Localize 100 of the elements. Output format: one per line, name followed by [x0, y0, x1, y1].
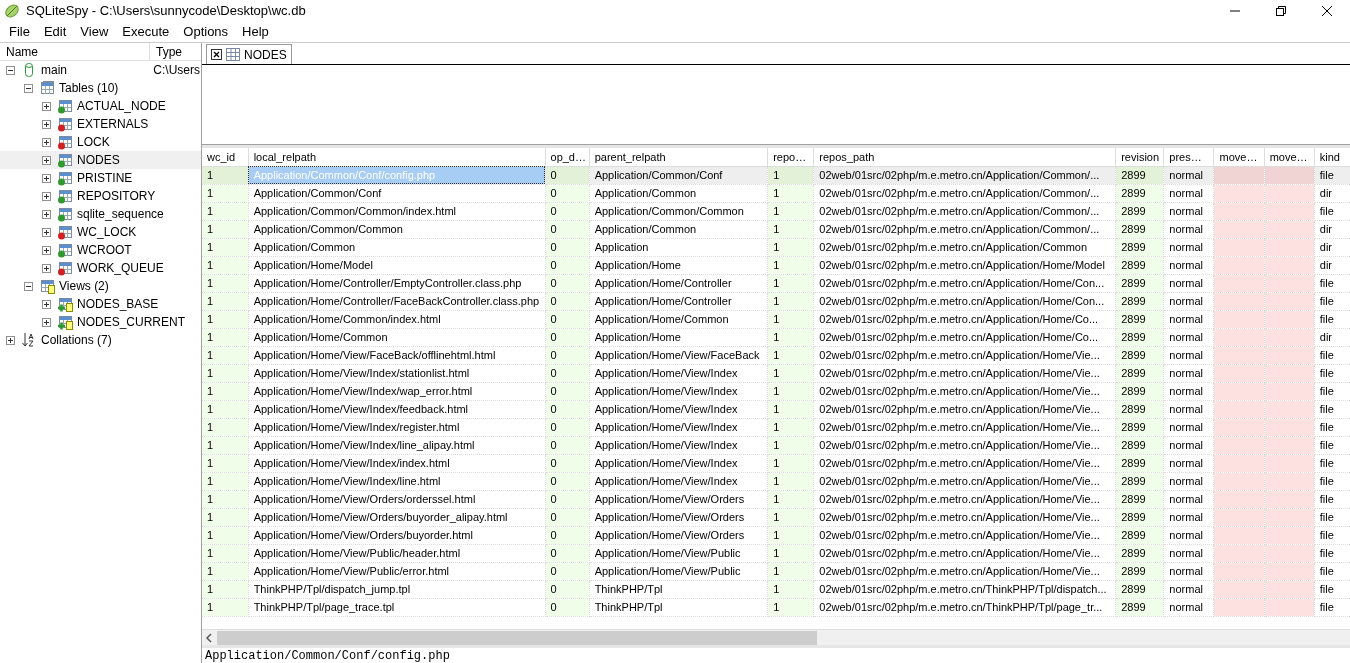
table-cell[interactable]: Application/Home/View/Orders: [589, 526, 768, 544]
table-cell[interactable]: 02web/01src/02php/m.e.metro.cn/Application/Home/Con...: [813, 274, 1116, 292]
table-cell[interactable]: 02web/01src/02php/m.e.metro.cn/Application/Home/Vie...: [813, 400, 1116, 418]
table-cell[interactable]: Application/Common/Common/index.html: [248, 202, 545, 220]
table-cell[interactable]: Application/Home/View/Orders/buyorder.html: [248, 526, 545, 544]
table-cell[interactable]: file: [1314, 382, 1350, 400]
table-cell[interactable]: Application/Home/View/Index: [589, 472, 768, 490]
table-cell[interactable]: file: [1314, 274, 1350, 292]
table-cell[interactable]: Application/Common: [248, 238, 545, 256]
tree-item[interactable]: Collations (7): [0, 331, 201, 349]
table-cell[interactable]: normal: [1163, 400, 1214, 418]
column-header[interactable]: move…: [1264, 148, 1315, 166]
table-cell[interactable]: [1214, 436, 1265, 454]
table-cell[interactable]: [1214, 382, 1265, 400]
table-cell[interactable]: file: [1314, 202, 1350, 220]
table-cell[interactable]: dir: [1314, 184, 1350, 202]
table-cell[interactable]: file: [1314, 400, 1350, 418]
table-cell[interactable]: Application/Home/View/Orders: [589, 490, 768, 508]
table-cell[interactable]: normal: [1163, 472, 1214, 490]
scroll-left-icon[interactable]: [205, 632, 213, 643]
table-cell[interactable]: normal: [1163, 292, 1214, 310]
table-cell[interactable]: [1214, 472, 1265, 490]
expand-icon[interactable]: [42, 299, 51, 309]
table-cell[interactable]: 02web/01src/02php/m.e.metro.cn/Application/Home/Con...: [813, 292, 1116, 310]
menu-item[interactable]: Edit: [36, 22, 74, 42]
table-cell[interactable]: normal: [1163, 346, 1214, 364]
column-header[interactable]: parent_relpath: [589, 148, 768, 166]
table-cell[interactable]: normal: [1163, 562, 1214, 580]
table-cell[interactable]: normal: [1163, 328, 1214, 346]
expand-icon[interactable]: [42, 263, 51, 273]
expand-icon[interactable]: [42, 101, 51, 111]
table-cell[interactable]: 02web/01src/02php/m.e.metro.cn/Application/Home/Vie...: [813, 526, 1116, 544]
table-cell[interactable]: [1214, 238, 1265, 256]
table-cell[interactable]: [1214, 292, 1265, 310]
tree-item[interactable]: main C:\Users: [0, 61, 201, 79]
column-header[interactable]: repo…: [767, 148, 814, 166]
tree-item[interactable]: sqlite_sequence: [0, 205, 201, 223]
table-cell[interactable]: file: [1314, 598, 1350, 616]
table-cell[interactable]: Application/Home/Controller/FaceBackController.class.php: [248, 292, 545, 310]
table-cell[interactable]: 02web/01src/02php/m.e.metro.cn/Application/Home/Vie...: [813, 382, 1116, 400]
table-cell[interactable]: [1214, 598, 1265, 616]
table-cell[interactable]: Application/Home/View/Public/error.html: [248, 562, 545, 580]
table-cell[interactable]: normal: [1163, 490, 1214, 508]
table-cell[interactable]: file: [1314, 454, 1350, 472]
table-cell[interactable]: file: [1314, 508, 1350, 526]
tree-item[interactable]: LOCK: [0, 133, 201, 151]
tree-item[interactable]: ACTUAL_NODE: [0, 97, 201, 115]
table-cell[interactable]: 02web/01src/02php/m.e.metro.cn/Application/Common/...: [813, 184, 1116, 202]
table-cell[interactable]: 02web/01src/02php/m.e.metro.cn/Application/Home/Vie...: [813, 544, 1116, 562]
column-header[interactable]: move…: [1214, 148, 1265, 166]
table-cell[interactable]: Application/Home: [589, 328, 768, 346]
expand-icon[interactable]: [42, 155, 51, 165]
collapse-icon[interactable]: [6, 65, 15, 75]
table-cell[interactable]: Application/Common/Common: [248, 220, 545, 238]
table-cell[interactable]: 02web/01src/02php/m.e.metro.cn/Application/Common/...: [813, 220, 1116, 238]
tree-item[interactable]: EXTERNALS: [0, 115, 201, 133]
table-cell[interactable]: [1214, 364, 1265, 382]
table-cell[interactable]: Application/Home/View/Index/register.html: [248, 418, 545, 436]
table-cell[interactable]: normal: [1163, 364, 1214, 382]
collapse-icon[interactable]: [24, 83, 33, 93]
table-cell[interactable]: file: [1314, 562, 1350, 580]
table-cell[interactable]: file: [1314, 292, 1350, 310]
table-cell[interactable]: 02web/01src/02php/m.e.metro.cn/Application/Home/Model: [813, 256, 1116, 274]
table-cell[interactable]: Application/Home/Common: [248, 328, 545, 346]
table-cell[interactable]: normal: [1163, 436, 1214, 454]
table-cell[interactable]: Application/Home/View/Index/feedback.html: [248, 400, 545, 418]
table-cell[interactable]: [1214, 328, 1265, 346]
table-cell[interactable]: ThinkPHP/Tpl/dispatch_jump.tpl: [248, 580, 545, 598]
table-cell[interactable]: Application/Home/View/Public: [589, 562, 768, 580]
table-cell[interactable]: [1214, 400, 1265, 418]
table-cell[interactable]: Application/Home/View/Orders/buyorder_alipay.html: [248, 508, 545, 526]
table-cell[interactable]: file: [1314, 490, 1350, 508]
table-cell[interactable]: Application/Home/View/Index/stationlist.html: [248, 364, 545, 382]
horizontal-scrollbar[interactable]: [202, 629, 1350, 645]
tree-item[interactable]: NODES_BASE: [0, 295, 201, 313]
column-header[interactable]: kind: [1314, 148, 1350, 166]
table-cell[interactable]: Application/Home/Common/index.html: [248, 310, 545, 328]
table-cell[interactable]: Application/Home/View/Orders/orderssel.html: [248, 490, 545, 508]
table-cell[interactable]: Application/Home/View/FaceBack/offlinehtml.html: [248, 346, 545, 364]
table-cell[interactable]: Application/Home/Controller: [589, 274, 768, 292]
tree-item[interactable]: WC_LOCK: [0, 223, 201, 241]
table-cell[interactable]: [1214, 256, 1265, 274]
table-cell[interactable]: 02web/01src/02php/m.e.metro.cn/Application/Home/Co...: [813, 328, 1116, 346]
table-cell[interactable]: Application/Home/View/Public/header.html: [248, 544, 545, 562]
table-cell[interactable]: 02web/01src/02php/m.e.metro.cn/Application/Home/Co...: [813, 310, 1116, 328]
table-cell[interactable]: Application/Home/View/Index: [589, 436, 768, 454]
table-cell[interactable]: normal: [1163, 544, 1214, 562]
table-cell[interactable]: [1214, 454, 1265, 472]
table-cell[interactable]: Application/Common: [589, 184, 768, 202]
expand-icon[interactable]: [42, 317, 51, 327]
table-cell[interactable]: file: [1314, 436, 1350, 454]
expand-icon[interactable]: [42, 173, 51, 183]
table-cell[interactable]: [1214, 418, 1265, 436]
table-cell[interactable]: [1214, 310, 1265, 328]
tree-item[interactable]: NODES: [0, 151, 201, 169]
table-cell[interactable]: 02web/01src/02php/m.e.metro.cn/Application/Common: [813, 238, 1116, 256]
table-cell[interactable]: 02web/01src/02php/m.e.metro.cn/Application/Home/Vie...: [813, 364, 1116, 382]
table-cell[interactable]: normal: [1163, 508, 1214, 526]
menu-item[interactable]: Execute: [115, 22, 177, 42]
table-cell[interactable]: file: [1314, 472, 1350, 490]
